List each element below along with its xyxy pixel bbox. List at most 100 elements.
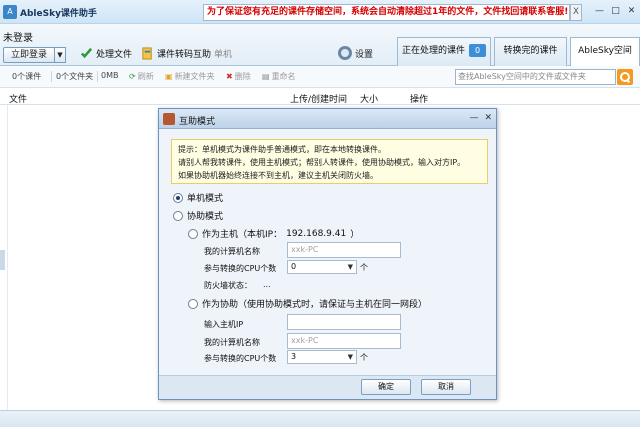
host-name-label: 我的计算机名称 (204, 247, 260, 256)
convert-assist-button[interactable]: 课件转码互助 单机 (141, 44, 232, 62)
column-file[interactable]: 文件 (9, 92, 27, 105)
firewall-label: 防火墙状态： (204, 281, 252, 290)
assist-cpu-label: 参与转换的CPU个数 (204, 354, 277, 363)
delete-icon: ✖ (226, 72, 233, 81)
assist-mode-label: 作为协助（使用协助模式时，请保证与主机在同一网段） (202, 300, 428, 310)
tab-ablesky-space-label: AbleSky空间 (578, 46, 632, 56)
host-cpu-unit: 个 (360, 263, 368, 272)
folder-count: 0个文件夹 (56, 72, 94, 81)
window-close-button[interactable]: ✕ (625, 5, 638, 18)
dialog-footer: 确定 取消 (159, 375, 496, 399)
process-file-button[interactable]: 处理文件 (80, 44, 132, 62)
tab-processing-badge: 0 (469, 44, 486, 57)
convert-assist-icon (142, 46, 152, 60)
notice-close-button[interactable]: X (570, 4, 582, 21)
radio-checked-icon (173, 192, 183, 203)
search-input[interactable]: 查找AbleSky空间中的文件或文件夹 (455, 69, 616, 85)
dialog-title-bar: 互助模式 — ✕ (159, 109, 496, 129)
notice-banner: 为了保证您有充足的课件存储空间，系统会自动清除超过1年的文件，文件找回请联系客服… (203, 4, 570, 21)
new-folder-button[interactable]: ▣ 新建文件夹 (165, 71, 215, 82)
tip-line: 请别人帮我转课件，使用主机模式；帮别人转课件，使用协助模式，输入对方IP。 (178, 158, 466, 167)
radio-unchecked-icon (173, 210, 183, 221)
ok-button[interactable]: 确定 (361, 379, 411, 395)
settings-button[interactable]: 设置 (338, 44, 373, 62)
assist-name-field[interactable]: xxk-PC (287, 333, 401, 349)
cancel-button[interactable]: 取消 (421, 379, 471, 395)
assist-cpu-select[interactable]: 3 ▼ (287, 350, 357, 364)
dialog-title: 互助模式 (179, 117, 216, 127)
file-list-header: 文件 上传/创建时间 大小 操作 (0, 88, 640, 105)
host-mode-label-close: ） (350, 230, 360, 240)
maximize-button[interactable]: □ (609, 5, 622, 18)
tip-line: 如果协助机器始终连接不到主机，建议主机关闭防火墙。 (178, 171, 378, 180)
status-bar (0, 410, 640, 427)
search-icon[interactable] (617, 69, 633, 85)
tab-processing[interactable]: 正在处理的课件 0 (397, 37, 491, 66)
assist-mode-radio[interactable]: 作为协助（使用协助模式时，请保证与主机在同一网段） (188, 297, 427, 310)
delete-button[interactable]: ✖ 删除 (226, 71, 251, 82)
host-cpu-select[interactable]: 0 ▼ (287, 260, 357, 274)
file-count: 0个课件 (12, 72, 42, 81)
host-cpu-label: 参与转换的CPU个数 (204, 264, 277, 273)
mutual-mode-radio[interactable]: 协助模式 (173, 209, 223, 222)
tab-converted[interactable]: 转换完的课件 (494, 37, 567, 66)
refresh-icon: ⟳ (129, 72, 136, 81)
rename-label: 重命名 (271, 72, 296, 81)
list-divider (7, 105, 8, 410)
separator (97, 71, 98, 82)
assist-cpu-value: 3 (291, 352, 297, 361)
firewall-status: ... (263, 280, 271, 289)
refresh-button[interactable]: ⟳ 刷新 (129, 71, 154, 82)
mutual-mode-label: 协助模式 (187, 212, 224, 222)
column-size[interactable]: 大小 (360, 92, 378, 105)
tab-converted-label: 转换完的课件 (503, 46, 558, 56)
convert-assist-label: 课件转码互助 (157, 49, 212, 60)
process-file-label: 处理文件 (96, 49, 133, 60)
delete-label: 删除 (234, 72, 251, 81)
tip-line: 提示：单机模式为课件助手普通模式，即在本地转换课件。 (178, 145, 386, 154)
standalone-mode-label: 单机模式 (187, 194, 224, 204)
rename-icon: ▤ (262, 72, 270, 81)
chevron-down-icon: ▼ (347, 353, 353, 361)
dialog-controls: — ✕ (469, 113, 492, 123)
separator (51, 71, 52, 82)
host-name-field[interactable]: xxk-PC (287, 242, 401, 258)
rename-button[interactable]: ▤ 重命名 (262, 71, 296, 82)
host-ip-value: 192.168.9.41 (286, 228, 347, 239)
tip-box: 提示：单机模式为课件助手普通模式，即在本地转换课件。 请别人帮我转课件，使用主机… (171, 139, 488, 184)
assist-host-ip-field[interactable] (287, 314, 401, 330)
new-folder-label: 新建文件夹 (174, 72, 215, 81)
process-file-icon (80, 47, 93, 58)
host-cpu-value: 0 (291, 262, 297, 271)
mode-indicator: 单机 (214, 49, 233, 60)
host-mode-label: 作为主机（本机IP： (202, 230, 283, 240)
dialog-minimize-button[interactable]: — (469, 113, 478, 123)
new-folder-icon: ▣ (165, 72, 173, 81)
mutual-mode-dialog: 互助模式 — ✕ 提示：单机模式为课件助手普通模式，即在本地转换课件。 请别人帮… (158, 108, 497, 400)
radio-unchecked-icon (188, 228, 198, 239)
app-logo-icon: A (3, 5, 17, 19)
dialog-icon (163, 113, 175, 125)
app-title: AbleSky课件助手 (20, 9, 97, 19)
user-status: 未登录 (3, 33, 33, 44)
login-dropdown-button[interactable]: ▼ (54, 47, 66, 63)
storage-size: 0MB (101, 71, 119, 80)
window-controls: — □ ✕ (593, 5, 638, 18)
sidebar-toggle-handle[interactable] (0, 250, 5, 270)
minimize-button[interactable]: — (593, 5, 606, 18)
login-button[interactable]: 立即登录 (3, 47, 55, 63)
refresh-label: 刷新 (137, 72, 154, 81)
chevron-down-icon: ▼ (347, 263, 353, 271)
column-time[interactable]: 上传/创建时间 (290, 92, 347, 105)
radio-unchecked-icon (188, 298, 198, 309)
assist-cpu-unit: 个 (360, 353, 368, 362)
tab-processing-label: 正在处理的课件 (401, 46, 465, 56)
host-mode-radio[interactable]: 作为主机（本机IP： 192.168.9.41 ） (188, 227, 359, 240)
settings-label: 设置 (355, 49, 374, 60)
tab-ablesky-space[interactable]: AbleSky空间 (570, 37, 640, 66)
standalone-mode-radio[interactable]: 单机模式 (173, 191, 223, 204)
dialog-close-button[interactable]: ✕ (484, 113, 492, 123)
assist-ip-label: 输入主机IP (204, 320, 244, 329)
assist-name-label: 我的计算机名称 (204, 338, 260, 347)
gear-icon (338, 46, 352, 60)
